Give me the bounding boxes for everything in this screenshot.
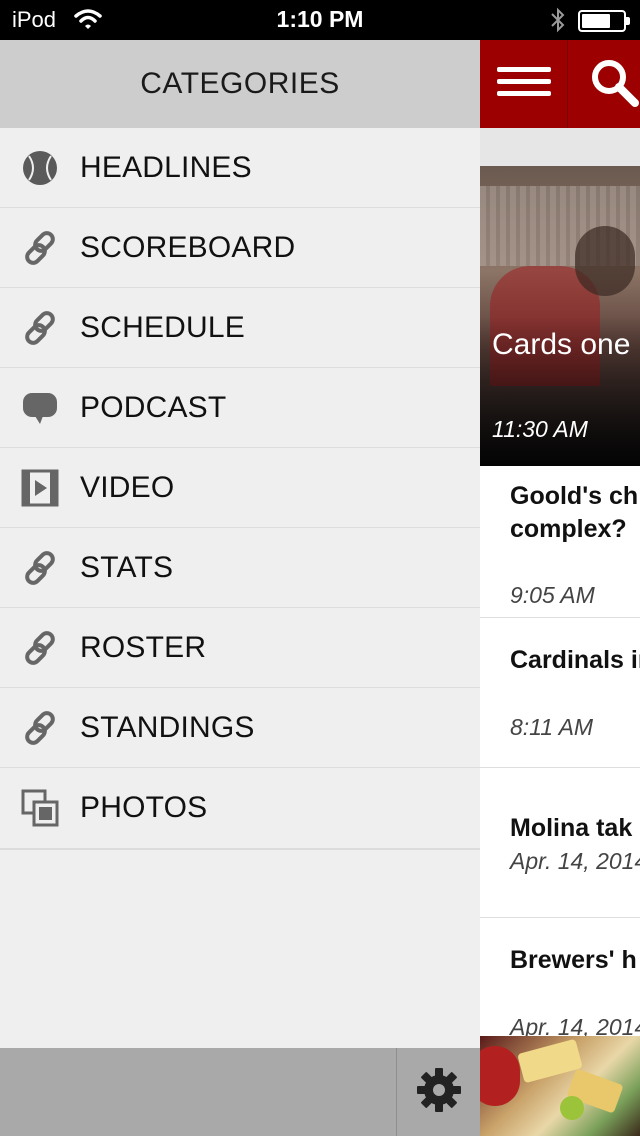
film-icon: [0, 448, 80, 528]
menu-item-label: VIDEO: [80, 470, 175, 504]
menu-item-standings[interactable]: STANDINGS: [0, 688, 480, 768]
menu-item-roster[interactable]: ROSTER: [0, 608, 480, 688]
bluetooth-icon: [550, 7, 566, 38]
menu-item-video[interactable]: VIDEO: [0, 448, 480, 528]
menu-item-label: STANDINGS: [80, 710, 255, 744]
menu-item-label: HEADLINES: [80, 150, 252, 184]
story-title: Brewers' h different v: [510, 946, 640, 974]
menu-item-photos[interactable]: PHOTOS: [0, 768, 480, 848]
story-title: Goold's ch get over it complex?: [510, 482, 640, 543]
sidebar-footer: [0, 1048, 480, 1136]
link-icon: [0, 608, 80, 688]
link-icon: [0, 688, 80, 768]
link-icon: [0, 288, 80, 368]
story-row[interactable]: Cardinals infielder E 8:11 AM: [480, 618, 640, 768]
ad-banner[interactable]: [480, 1036, 640, 1136]
baseball-icon: [0, 128, 80, 208]
menu-item-label: STATS: [80, 550, 174, 584]
menu-item-label: SCHEDULE: [80, 310, 245, 344]
menu-item-label: SCOREBOARD: [80, 230, 296, 264]
story-row[interactable]: Molina tak Apr. 14, 2014: [480, 768, 640, 918]
status-bar: iPod 1:10 PM: [0, 0, 640, 40]
settings-button[interactable]: [396, 1048, 480, 1136]
link-icon: [0, 528, 80, 608]
menu-item-schedule[interactable]: SCHEDULE: [0, 288, 480, 368]
story-time: Apr. 14, 2014: [510, 848, 640, 874]
section-bar: [480, 128, 640, 166]
categories-sidebar: CATEGORIES HEADLINES SCOREBOARD SCHEDULE…: [0, 40, 480, 1136]
menu-item-stats[interactable]: STATS: [0, 528, 480, 608]
sidebar-header: CATEGORIES: [0, 40, 480, 128]
link-icon: [0, 208, 80, 288]
main-toolbar: [480, 40, 640, 128]
hamburger-icon: [496, 65, 551, 104]
menu-button[interactable]: [480, 40, 568, 128]
story-time: 9:05 AM: [510, 582, 595, 608]
hero-story[interactable]: Cards one players 11:30 AM: [480, 166, 640, 466]
menu-item-headlines[interactable]: HEADLINES: [0, 128, 480, 208]
hero-time: 11:30 AM: [492, 416, 588, 442]
photos-icon: [0, 768, 80, 848]
clock: 1:10 PM: [276, 6, 364, 32]
menu-item-label: ROSTER: [80, 630, 207, 664]
main-content: Cards one players 11:30 AM Goold's ch ge…: [480, 40, 640, 1136]
menu-item-podcast[interactable]: PODCAST: [0, 368, 480, 448]
speech-bubble-icon: [0, 368, 80, 448]
menu-item-label: PODCAST: [80, 390, 227, 424]
battery-icon: [578, 10, 630, 32]
search-button[interactable]: [569, 40, 640, 128]
search-icon: [589, 57, 639, 112]
menu-item-label: PHOTOS: [80, 791, 208, 824]
gear-icon: [416, 1067, 462, 1118]
sidebar-title: CATEGORIES: [140, 67, 340, 100]
hero-title: Cards one players: [492, 328, 640, 361]
menu-item-scoreboard[interactable]: SCOREBOARD: [0, 208, 480, 288]
story-row[interactable]: Goold's ch get over it complex? 9:05 AM: [480, 466, 640, 618]
story-time: 8:11 AM: [510, 714, 594, 740]
story-title: Molina tak: [510, 814, 633, 842]
story-title: Cardinals infielder E: [510, 646, 640, 674]
category-list: HEADLINES SCOREBOARD SCHEDULE PODCAST VI…: [0, 128, 480, 850]
story-row[interactable]: Brewers' h different v Apr. 14, 2014: [480, 918, 640, 1040]
